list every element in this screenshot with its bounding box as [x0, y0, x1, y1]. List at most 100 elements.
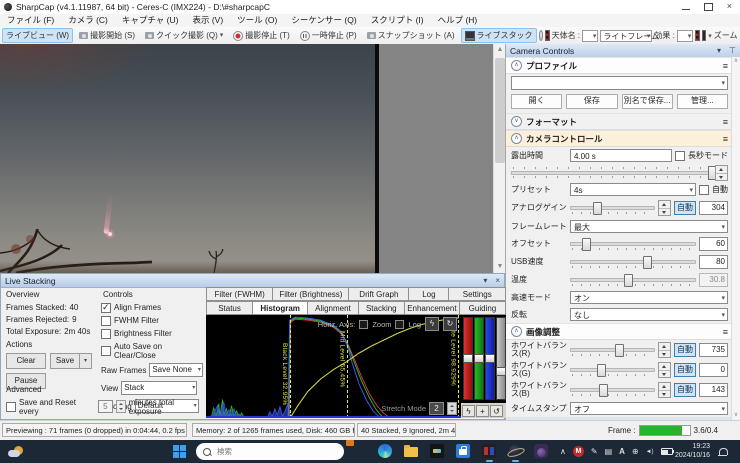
stretch-mode-spinner[interactable] — [447, 402, 457, 415]
flip-select[interactable]: なし — [570, 308, 728, 321]
close-button[interactable]: × — [727, 2, 732, 11]
maximize-button[interactable] — [704, 3, 713, 11]
wb-blue-value[interactable]: 143 — [699, 383, 728, 397]
collapse-icon[interactable]: ∧ — [511, 60, 522, 71]
exposure-spinner[interactable] — [715, 165, 728, 181]
section-image-adjust[interactable]: ∧ 画像調整 ≡ — [506, 323, 733, 340]
profile-save-as-button[interactable]: 別名で保存... — [622, 94, 673, 109]
close-icon[interactable]: × — [491, 276, 504, 285]
tab-alignment[interactable]: Alignment — [308, 301, 359, 315]
align-frames-checkbox[interactable] — [101, 303, 111, 313]
log-checkbox[interactable] — [395, 320, 404, 329]
app-icon-purple[interactable] — [534, 444, 549, 459]
touch-keyboard-icon[interactable]: ▤ — [605, 447, 613, 456]
notification-bell-icon[interactable] — [719, 448, 728, 455]
tab-filter-fwhm[interactable]: Filter (FWHM) — [206, 287, 273, 301]
menu-tools[interactable]: ツール (O) — [230, 14, 284, 27]
search-input[interactable] — [215, 446, 319, 457]
wb-blue-auto-button[interactable]: 自動 — [674, 383, 696, 397]
wb-green-spinner[interactable] — [658, 362, 671, 378]
black-level-line[interactable]: Black Level 32.95% — [290, 315, 291, 418]
section-menu-icon[interactable]: ≡ — [723, 134, 728, 144]
tab-guiding[interactable]: Guiding — [460, 301, 506, 315]
frame-type-combo[interactable]: ライトフレーム — [600, 30, 652, 42]
volume-icon[interactable]: ◄) — [646, 449, 654, 455]
scroll-down-icon[interactable]: ▼ — [494, 261, 505, 273]
ime-mode-icon[interactable]: A — [619, 447, 625, 456]
tab-histogram[interactable]: Histogram — [253, 301, 308, 315]
raw-frames-select[interactable]: Save None — [149, 363, 203, 377]
gray-level-slider[interactable] — [496, 317, 506, 400]
display-stretch-icon[interactable] — [702, 30, 707, 41]
weather-icon[interactable] — [5, 444, 20, 459]
auto-stretch-icon[interactable]: ϟ — [425, 317, 439, 331]
gain-auto-button[interactable]: 自動 — [674, 201, 696, 215]
network-icon[interactable]: ⊕ — [632, 447, 639, 456]
wb-green-auto-button[interactable]: 自動 — [674, 363, 696, 377]
minutes-spinner[interactable] — [116, 400, 126, 413]
gain-slider[interactable] — [570, 201, 655, 215]
reset-stretch-icon[interactable]: ↻ — [443, 317, 457, 331]
profile-manage-button[interactable]: 管理... — [677, 94, 728, 109]
menu-sequencer[interactable]: シーケンサー (Q) — [284, 14, 363, 27]
scroll-up-icon[interactable]: ∧ — [732, 57, 740, 66]
save-button[interactable]: Save ▾ — [50, 353, 92, 369]
gain-spinner[interactable] — [658, 200, 671, 216]
capture-start-button[interactable]: 撮影開始 (S) — [75, 28, 139, 43]
battery-icon[interactable] — [661, 448, 673, 455]
wb-green-value[interactable]: 0 — [699, 363, 728, 377]
taskbar-clock[interactable]: 19:23 2024/10/16 — [675, 443, 710, 460]
expand-icon[interactable]: ∨ — [511, 116, 522, 127]
exposure-input[interactable]: 4.00 s — [570, 149, 672, 162]
offset-value[interactable]: 60 — [699, 237, 728, 251]
long-exposure-checkbox[interactable] — [675, 151, 685, 161]
wb-red-value[interactable]: 735 — [699, 343, 728, 357]
slider-thumb[interactable] — [474, 354, 484, 363]
tab-stacking[interactable]: Stacking — [359, 301, 405, 315]
capture-stop-button[interactable]: 撮影停止 (T) — [229, 28, 293, 43]
clear-button[interactable]: Clear — [6, 353, 46, 369]
slider-thumb[interactable] — [593, 202, 602, 215]
stretch-mode-value[interactable]: 2 — [429, 402, 444, 415]
slider-thumb[interactable] — [597, 364, 606, 377]
slider-thumb[interactable] — [463, 354, 473, 363]
wb-red-spinner[interactable] — [658, 342, 671, 358]
high-speed-mode-select[interactable]: オン — [570, 291, 728, 304]
start-button[interactable] — [172, 444, 187, 459]
brightness-filter-checkbox[interactable] — [101, 329, 111, 339]
reset-icon[interactable]: ↺ — [490, 405, 503, 417]
offset-slider[interactable] — [570, 237, 696, 251]
tab-settings[interactable]: Settings — [449, 287, 506, 301]
pause-button[interactable]: 一時停止 (P) — [296, 28, 361, 43]
snapshot-button[interactable]: スナップショット (A) — [363, 28, 459, 43]
tab-filter-brightness[interactable]: Filter (Brightness) — [273, 287, 349, 301]
exposure-auto-checkbox[interactable] — [699, 185, 709, 195]
taskbar-search[interactable] — [196, 443, 344, 460]
blue-level-slider[interactable] — [485, 317, 495, 400]
slider-thumb[interactable] — [496, 367, 506, 376]
minimize-button[interactable] — [682, 4, 690, 10]
minutes-value[interactable]: 5 — [98, 400, 113, 413]
slider-thumb[interactable] — [643, 256, 652, 269]
preview-vertical-scrollbar[interactable]: ▲ ▼ — [493, 44, 505, 273]
exposure-slider[interactable] — [511, 164, 728, 181]
section-camera-control[interactable]: ∧ カメラコントロール ≡ — [506, 130, 733, 147]
collapse-icon[interactable]: ∧ — [511, 133, 522, 144]
menu-capture[interactable]: キャプチャ (U) — [115, 14, 186, 27]
stretch-preset-icon[interactable] — [695, 30, 700, 41]
fx-toggle-icon[interactable] — [539, 30, 544, 41]
wb-green-slider[interactable] — [570, 363, 655, 377]
microsoft-store-icon[interactable] — [456, 444, 471, 459]
profile-combo[interactable] — [511, 76, 728, 90]
gain-value[interactable]: 304 — [699, 201, 728, 215]
framerate-select[interactable]: 最大 — [570, 220, 728, 233]
sharpcap-taskbar-icon[interactable] — [482, 444, 497, 459]
effects-combo[interactable] — [677, 30, 693, 42]
profile-open-button[interactable]: 開く — [511, 94, 562, 109]
scroll-up-icon[interactable]: ▲ — [494, 44, 505, 56]
section-format[interactable]: ∨ フォーマット ≡ — [506, 113, 733, 130]
section-menu-icon[interactable]: ≡ — [723, 327, 728, 337]
pin-icon[interactable]: ⊤ — [725, 46, 740, 55]
histogram-stretch-icon[interactable] — [545, 30, 550, 41]
scroll-down-icon[interactable]: ∨ — [732, 411, 740, 420]
